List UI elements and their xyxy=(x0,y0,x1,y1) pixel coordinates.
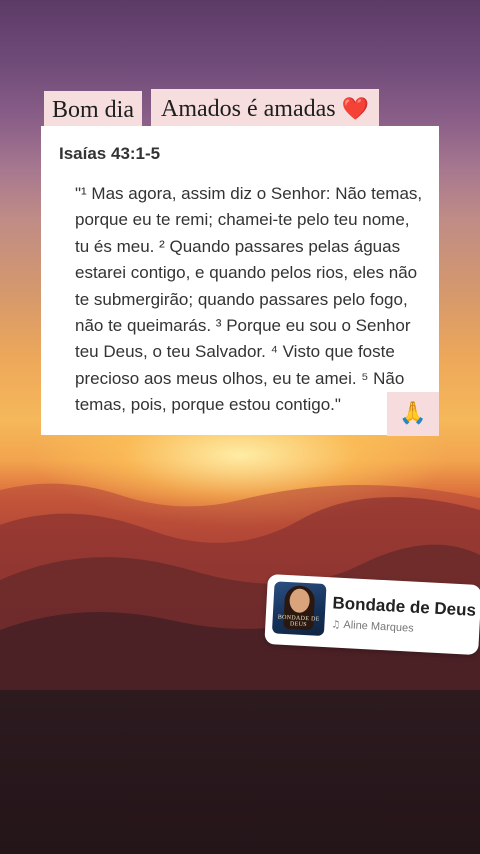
album-cover: BONDADE DE DEUS xyxy=(271,581,327,637)
heart-icon: ❤️ xyxy=(341,97,370,122)
song-title: Bondade de Deus xyxy=(332,593,477,620)
greeting-text-1: Bom dia xyxy=(52,97,134,123)
greeting-tag-bom-dia: Bom dia xyxy=(44,91,142,129)
bible-verse-card: Isaías 43:1-5 "¹ Mas agora, assim diz o … xyxy=(41,126,439,435)
album-cover-text: BONDADE DE DEUS xyxy=(277,614,320,629)
greeting-tag-amados: Amados é amadas ❤️ xyxy=(151,89,380,129)
praying-hands-icon: 🙏 xyxy=(387,392,439,436)
verse-reference: Isaías 43:1-5 xyxy=(59,144,161,163)
artist-name: Aline Marques xyxy=(343,619,414,635)
verse-text: "¹ Mas agora, assim diz o Senhor: Não te… xyxy=(75,184,423,415)
music-sticker[interactable]: BONDADE DE DEUS Bondade de Deus ♫ Aline M… xyxy=(264,574,480,656)
music-note-icon: ♫ xyxy=(331,619,341,631)
artist-line: ♫ Aline Marques xyxy=(331,618,414,635)
bottom-shadow xyxy=(0,690,480,854)
greeting-text-2: Amados é amadas xyxy=(161,96,336,122)
